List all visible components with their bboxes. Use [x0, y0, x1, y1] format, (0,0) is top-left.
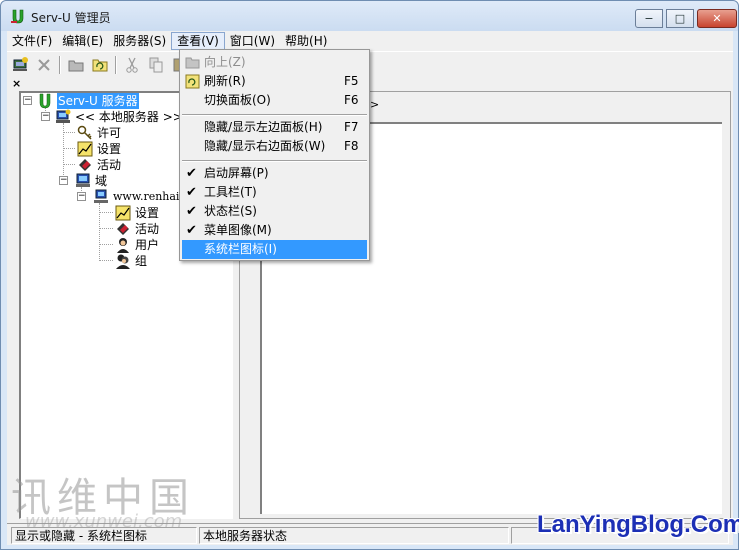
- refresh-icon: [185, 74, 200, 89]
- serv-u-app-icon: [11, 9, 24, 24]
- menu-item-toggle-right-pane[interactable]: 隐藏/显示右边面板(W) F8: [182, 137, 367, 156]
- tree-label-domains: 域: [95, 174, 108, 188]
- menu-item-label: 菜单图像(M): [204, 223, 272, 237]
- window-title: Serv-U 管理员: [31, 11, 111, 25]
- menu-item-label: 隐藏/显示左边面板(H): [204, 120, 323, 134]
- refresh-icon[interactable]: [91, 56, 109, 74]
- tree-label-activity: 活动: [97, 158, 122, 172]
- delete-icon[interactable]: [35, 56, 53, 74]
- menu-item-menu-images[interactable]: ✔ 菜单图像(M): [182, 221, 367, 240]
- menu-item-shortcut: F7: [344, 120, 359, 134]
- menu-server[interactable]: 服务器(S): [108, 32, 171, 50]
- toolbar-separator: [59, 56, 61, 74]
- title-bar[interactable]: Serv-U 管理员 − □ ✕: [1, 1, 738, 31]
- tree-label-settings: 设置: [97, 142, 122, 156]
- tree-line: [99, 260, 113, 261]
- domain-icon: [76, 173, 90, 187]
- menu-item-shortcut: F8: [344, 139, 359, 153]
- tree-label-license: 许可: [97, 126, 122, 140]
- checkmark-icon: ✔: [186, 223, 197, 238]
- collapse-icon[interactable]: −: [77, 192, 86, 201]
- menu-window[interactable]: 窗口(W): [225, 32, 280, 50]
- menu-item-label: 状态栏(S): [204, 204, 257, 218]
- menu-edit[interactable]: 编辑(E): [57, 32, 108, 50]
- tree-label-domain-settings: 设置: [135, 206, 160, 220]
- toolbar: [7, 51, 733, 77]
- menu-item-toggle-left-pane[interactable]: 隐藏/显示左边面板(H) F7: [182, 118, 367, 137]
- cut-icon[interactable]: [123, 56, 141, 74]
- menu-item-label: 工具栏(T): [204, 185, 257, 199]
- view-menu-dropdown: 向上(Z) 刷新(R) F5 切换面板(O) F6 隐藏/显示左边面板(H) F…: [179, 49, 370, 261]
- menu-item-label: 刷新(R): [204, 74, 246, 88]
- settings-chart-icon: [115, 205, 131, 221]
- checkmark-icon: ✔: [186, 204, 197, 219]
- close-button[interactable]: ✕: [697, 9, 737, 28]
- menu-separator: [182, 114, 367, 116]
- collapse-icon[interactable]: −: [59, 176, 68, 185]
- menu-separator: [182, 160, 367, 162]
- menu-view[interactable]: 查看(V): [171, 32, 225, 50]
- tree-label-groups: 组: [135, 254, 148, 268]
- up-folder-icon[interactable]: [67, 56, 85, 74]
- menu-item-switch-pane[interactable]: 切换面板(O) F6: [182, 91, 367, 110]
- menu-item-toolbar[interactable]: ✔ 工具栏(T): [182, 183, 367, 202]
- status-server-state: 本地服务器状态: [199, 527, 509, 544]
- menu-item-label: 系统栏图标(I): [204, 242, 277, 256]
- tree-label-domain-activity: 活动: [135, 222, 160, 236]
- menu-help[interactable]: 帮助(H): [280, 32, 332, 50]
- settings-chart-icon: [77, 141, 93, 157]
- watermark-logo-en: LanYingBlog.Com: [537, 511, 739, 538]
- copy-icon[interactable]: [147, 56, 165, 74]
- toolbar-separator: [115, 56, 117, 74]
- tree-label-local-server: << 本地服务器 >>: [75, 110, 183, 124]
- maximize-button[interactable]: □: [666, 9, 694, 28]
- menu-item-tray-icon[interactable]: 系统栏图标(I): [182, 240, 367, 259]
- group-icon: [116, 254, 130, 269]
- tree-line: [63, 132, 75, 133]
- maximize-icon: □: [674, 12, 686, 25]
- close-icon: ✕: [712, 12, 722, 25]
- menu-item-splash-screen[interactable]: ✔ 启动屏幕(P): [182, 164, 367, 183]
- tree-line: [63, 164, 75, 165]
- checkmark-icon: ✔: [186, 166, 197, 181]
- user-icon: [117, 238, 129, 253]
- minimize-button[interactable]: −: [635, 9, 663, 28]
- menu-item-shortcut: F5: [344, 74, 359, 88]
- menu-file[interactable]: 文件(F): [7, 32, 57, 50]
- watermark-url-cn: www.xunwei.com: [25, 511, 183, 532]
- menu-item-label: 向上(Z): [204, 55, 246, 69]
- tree-label-root: Serv-U 服务器: [57, 93, 139, 109]
- menu-bar: 文件(F) 编辑(E) 服务器(S) 查看(V) 窗口(W) 帮助(H): [7, 31, 733, 51]
- minimize-icon: −: [644, 12, 654, 25]
- activity-icon: [117, 223, 129, 235]
- menu-item-shortcut: F6: [344, 93, 359, 107]
- activity-icon: [79, 159, 91, 171]
- tree-line: [99, 212, 113, 213]
- tree-label-domain: www.renhait: [113, 190, 184, 203]
- menu-item-label: 启动屏幕(P): [204, 166, 269, 180]
- menu-item-label: 切换面板(O): [204, 93, 271, 107]
- server-icon: [56, 109, 71, 123]
- tree-line: [99, 244, 113, 245]
- collapse-icon[interactable]: −: [41, 112, 50, 121]
- connect-server-icon[interactable]: [11, 56, 29, 74]
- menu-item-refresh[interactable]: 刷新(R) F5: [182, 72, 367, 91]
- detail-header-fragment: >: [370, 98, 380, 111]
- tree-line: [63, 148, 75, 149]
- close-pane-icon[interactable]: ×: [12, 77, 21, 90]
- tree-label-users: 用户: [135, 238, 160, 252]
- serv-u-logo-icon: [39, 93, 51, 109]
- computer-icon: [94, 189, 108, 203]
- menu-item-up[interactable]: 向上(Z): [182, 53, 367, 72]
- up-folder-icon: [185, 57, 200, 69]
- collapse-icon[interactable]: −: [23, 96, 32, 105]
- checkmark-icon: ✔: [186, 185, 197, 200]
- menu-item-statusbar[interactable]: ✔ 状态栏(S): [182, 202, 367, 221]
- key-icon: [77, 125, 92, 140]
- tree-line: [99, 228, 113, 229]
- client-area: × − Serv-U 服务器 − << 本地服务器 >> 许可 设置 活动 − …: [7, 77, 733, 523]
- menu-item-label: 隐藏/显示右边面板(W): [204, 139, 326, 153]
